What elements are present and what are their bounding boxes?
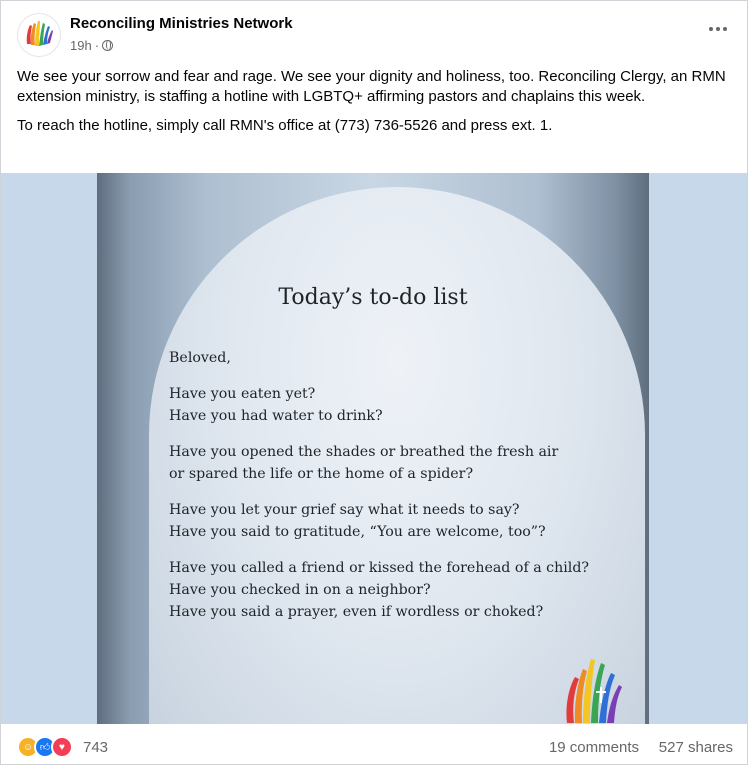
todo-list-graphic: Today’s to-do list Beloved, Have you eat… bbox=[97, 173, 649, 724]
reaction-icons[interactable]: ☺ 👍︎ ♥ bbox=[17, 736, 73, 758]
globe-icon bbox=[102, 40, 114, 51]
poem-line: Have you had water to drink? bbox=[169, 408, 383, 424]
poem-spacer bbox=[169, 485, 589, 499]
rmn-logo-icon bbox=[26, 21, 53, 46]
poem-spacer bbox=[169, 543, 589, 557]
poem-line: Have you said a prayer, even if wordless… bbox=[169, 604, 544, 620]
comments-count-link[interactable]: 19 comments bbox=[549, 739, 639, 756]
more-options-icon[interactable] bbox=[703, 19, 733, 39]
poem-line: Have you let your grief say what it need… bbox=[169, 502, 520, 518]
rmn-flame-logo-icon bbox=[566, 659, 622, 723]
post-image[interactable]: Today’s to-do list Beloved, Have you eat… bbox=[1, 173, 747, 724]
post-footer: ☺ 👍︎ ♥ 743 19 comments 527 shares bbox=[17, 731, 733, 761]
meta-separator: · bbox=[94, 38, 100, 53]
poem-line: Have you eaten yet? bbox=[169, 386, 316, 402]
graphic-poem: Beloved, Have you eaten yet? Have you ha… bbox=[169, 347, 589, 623]
post-text: We see your sorrow and fear and rage. We… bbox=[17, 67, 733, 145]
poem-line: Have you called a friend or kissed the f… bbox=[169, 560, 590, 576]
poem-line: Have you opened the shades or breathed t… bbox=[169, 444, 559, 460]
poem-line: Have you checked in on a neighbor? bbox=[169, 582, 431, 598]
feed-post: Reconciling Ministries Network 19h · We … bbox=[0, 0, 748, 765]
poem-line: or spared the life or the home of a spid… bbox=[169, 466, 474, 482]
poem-line: Beloved, bbox=[169, 350, 231, 366]
post-paragraph: To reach the hotline, simply call RMN's … bbox=[17, 117, 553, 134]
love-reaction-icon: ♥ bbox=[51, 736, 73, 758]
post-paragraph: We see your sorrow and fear and rage. We… bbox=[17, 68, 726, 105]
post-meta: 19h · bbox=[70, 38, 114, 53]
poem-spacer bbox=[169, 369, 589, 383]
page-avatar[interactable] bbox=[17, 13, 61, 57]
page-name-link[interactable]: Reconciling Ministries Network bbox=[70, 15, 293, 32]
reaction-count[interactable]: 743 bbox=[83, 739, 108, 756]
poem-line: Have you said to gratitude, “You are wel… bbox=[169, 524, 546, 540]
shares-count-link[interactable]: 527 shares bbox=[659, 739, 733, 756]
graphic-title: Today’s to-do list bbox=[278, 285, 468, 310]
post-timestamp[interactable]: 19h bbox=[70, 38, 92, 53]
post-header: Reconciling Ministries Network 19h · bbox=[17, 11, 733, 57]
poem-spacer bbox=[169, 427, 589, 441]
